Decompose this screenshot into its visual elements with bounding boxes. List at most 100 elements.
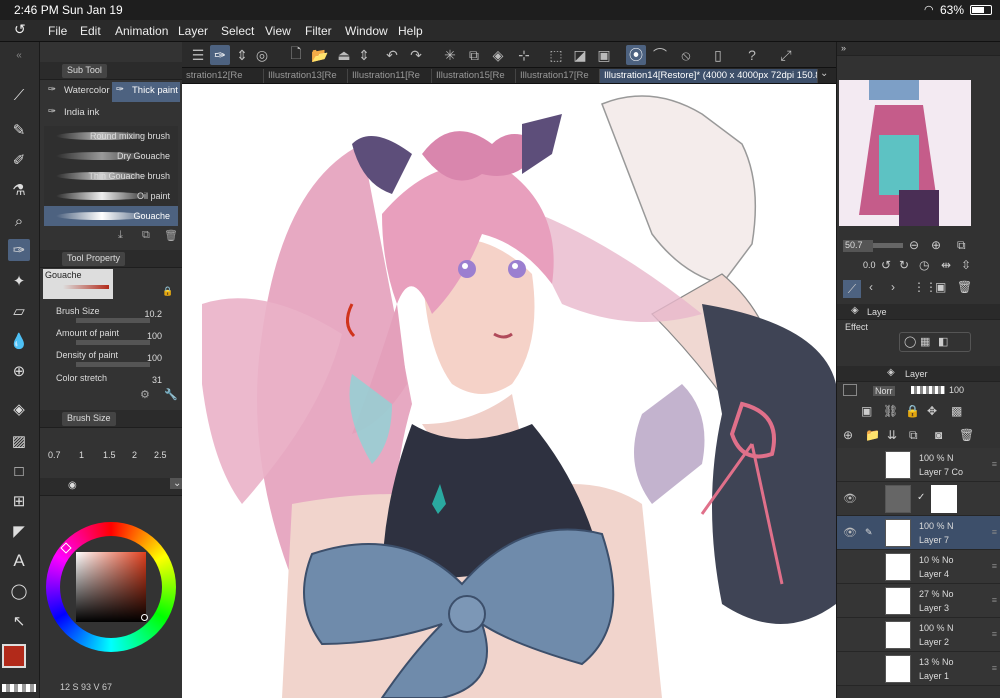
delete-icon[interactable]: 🗑 [957,280,972,294]
updown-icon[interactable]: ⇕ [232,45,252,65]
loading-icon[interactable]: ✳ [440,45,460,65]
layer-row[interactable]: 100 % N Layer 2 ≡ [837,618,1000,652]
menu-view[interactable]: View [265,24,291,38]
tool-brush-icon[interactable]: ✑ [210,45,230,65]
drag-handle-icon[interactable]: ≡ [992,459,997,469]
color-wheel-tab-icon[interactable]: ◉ [68,480,77,491]
open-icon[interactable]: 📂 [310,45,330,65]
zoom-field[interactable]: 50.7 [843,240,873,252]
frame-tool-icon[interactable]: ⊞ [8,490,30,512]
mask-icon[interactable]: ▩ [951,404,962,418]
size-preset[interactable]: 1 [79,450,84,460]
brush-item[interactable]: Dry Gouache [44,146,178,166]
lock-icon[interactable]: 🔒 [162,286,173,297]
color-picker-handle[interactable] [141,614,148,621]
ruler-tool-icon[interactable]: ◤ [8,520,30,542]
eyedropper-tool-icon[interactable]: ⟋ [8,84,30,106]
layer-property-tab[interactable]: Laye [867,307,887,317]
copy-icon[interactable]: ⧉ [464,45,484,65]
tone-effect-icon[interactable]: ▦ [920,335,930,348]
zoom-out-icon[interactable]: ⊖ [909,238,919,252]
brush-item[interactable]: Round mixing brush [44,126,178,146]
drag-handle-icon[interactable]: ≡ [992,527,997,537]
zoom-slider[interactable] [873,243,903,248]
grid-icon[interactable]: ⋮⋮ [913,280,937,294]
collapse-left-icon[interactable]: « [8,44,30,66]
collapse-right-icon[interactable]: » [841,43,846,53]
flip-horizontal-icon[interactable]: ⇹ [941,258,951,272]
rotate-left-icon[interactable]: ↺ [881,258,891,272]
layer-row[interactable]: 10 % No Layer 4 ≡ [837,550,1000,584]
rotation-field[interactable]: 0.0 [863,260,876,270]
decoration-tool-icon[interactable]: ✦ [8,270,30,292]
eraser-tool-icon[interactable]: ▱ [8,300,30,322]
visibility-icon[interactable]: 👁 [843,492,857,505]
fullscreen-icon[interactable]: ⤢ [776,45,796,65]
fill-icon[interactable]: ◈ [488,45,508,65]
tab-illustration17[interactable]: Illustration17[Re [516,69,600,83]
figure-tool-icon[interactable]: □ [8,460,30,482]
text-tool-icon[interactable]: A [8,550,30,572]
layer-row-selected[interactable]: 👁 ✎ 100 % N Layer 7 ≡ [837,516,1000,550]
mask-layer-icon[interactable]: ◙ [935,428,942,442]
brush-size-slider[interactable] [76,318,150,323]
flip-vertical-icon[interactable]: ⇳ [961,258,971,272]
settings-icon[interactable]: ⚙ [140,388,150,401]
pencil-tool-icon[interactable]: ✐ [8,149,30,171]
main-color-swatch[interactable] [2,644,26,668]
next-icon[interactable]: › [891,280,895,294]
new-folder-icon[interactable]: 📁 [865,428,880,442]
opacity-slider[interactable] [911,386,945,394]
lock-transparent-icon[interactable]: ✥ [927,404,937,418]
brush-item[interactable]: Oil paint [44,186,178,206]
zoom-tool-icon[interactable]: ⌕ [8,210,30,232]
menu-select[interactable]: Select [221,24,254,38]
opacity-field[interactable]: 100 [949,385,964,395]
save-icon[interactable]: ⏏ [334,45,354,65]
blend-tool-icon[interactable]: 💧 [8,330,30,352]
layer-row[interactable]: 100 % N Layer 7 Co ≡ [837,448,1000,482]
layer-row[interactable]: 13 % No Layer 1 ≡ [837,652,1000,686]
menu-file[interactable]: File [48,24,67,38]
fit-icon[interactable]: ⧉ [957,238,966,253]
import-icon[interactable]: ⤓ [118,229,123,242]
balloon-tool-icon[interactable]: ◯ [8,580,30,602]
drag-handle-icon[interactable]: ≡ [992,629,997,639]
size-preset[interactable]: 2 [132,450,137,460]
clip-icon[interactable]: ▣ [861,404,872,418]
menu-edit[interactable]: Edit [80,24,101,38]
density-paint-slider[interactable] [76,362,150,367]
zoom-in-icon[interactable]: ⊕ [931,238,941,252]
brush-tool-icon[interactable]: ✑ [8,239,30,261]
app-logo-icon[interactable]: ↺ [14,21,26,38]
merge-icon[interactable]: ⇊ [887,428,897,442]
menu-animation[interactable]: Animation [115,24,168,38]
hue-handle[interactable] [60,542,72,554]
pen-tool-icon[interactable]: ✎ [8,119,30,141]
drawing-canvas[interactable] [182,84,836,698]
size-preset[interactable]: 2.5 [154,450,167,460]
new-layer-icon[interactable]: ⊕ [843,428,853,442]
image-icon[interactable]: ▣ [935,280,946,294]
reference-icon[interactable]: ⛓ [883,404,898,418]
copy-layer-icon[interactable]: ⧉ [909,428,918,443]
color-effect-icon[interactable]: ◧ [938,335,948,348]
tab-illustration15[interactable]: Illustration15[Re [432,69,516,83]
drag-handle-icon[interactable]: ≡ [992,595,997,605]
menu-icon[interactable]: ☰ [188,45,208,65]
lock-layer-icon[interactable]: 🔒 [905,404,920,418]
layer-row[interactable]: 27 % No Layer 3 ≡ [837,584,1000,618]
group-india-ink[interactable]: ✑ India ink [44,104,110,124]
tab-illustration13[interactable]: Illustration13[Re [264,69,348,83]
updown-icon[interactable]: ⇕ [354,45,374,65]
amount-paint-slider[interactable] [76,340,150,345]
deselect-icon[interactable]: ⬚ [546,45,566,65]
size-preset[interactable]: 1.5 [103,450,116,460]
layer-color-icon[interactable] [843,384,857,396]
tab-illustration14-active[interactable]: Illustration14[Restore]* (4000 x 4000px … [600,69,818,83]
eyedropper-icon[interactable]: ⟋ [843,280,861,298]
color-wheel[interactable] [46,522,176,652]
tab-illustration12[interactable]: stration12[Re [182,69,264,83]
saturation-value-square[interactable] [76,552,146,622]
move-layer-tool-icon[interactable]: ⊕ [8,360,30,382]
